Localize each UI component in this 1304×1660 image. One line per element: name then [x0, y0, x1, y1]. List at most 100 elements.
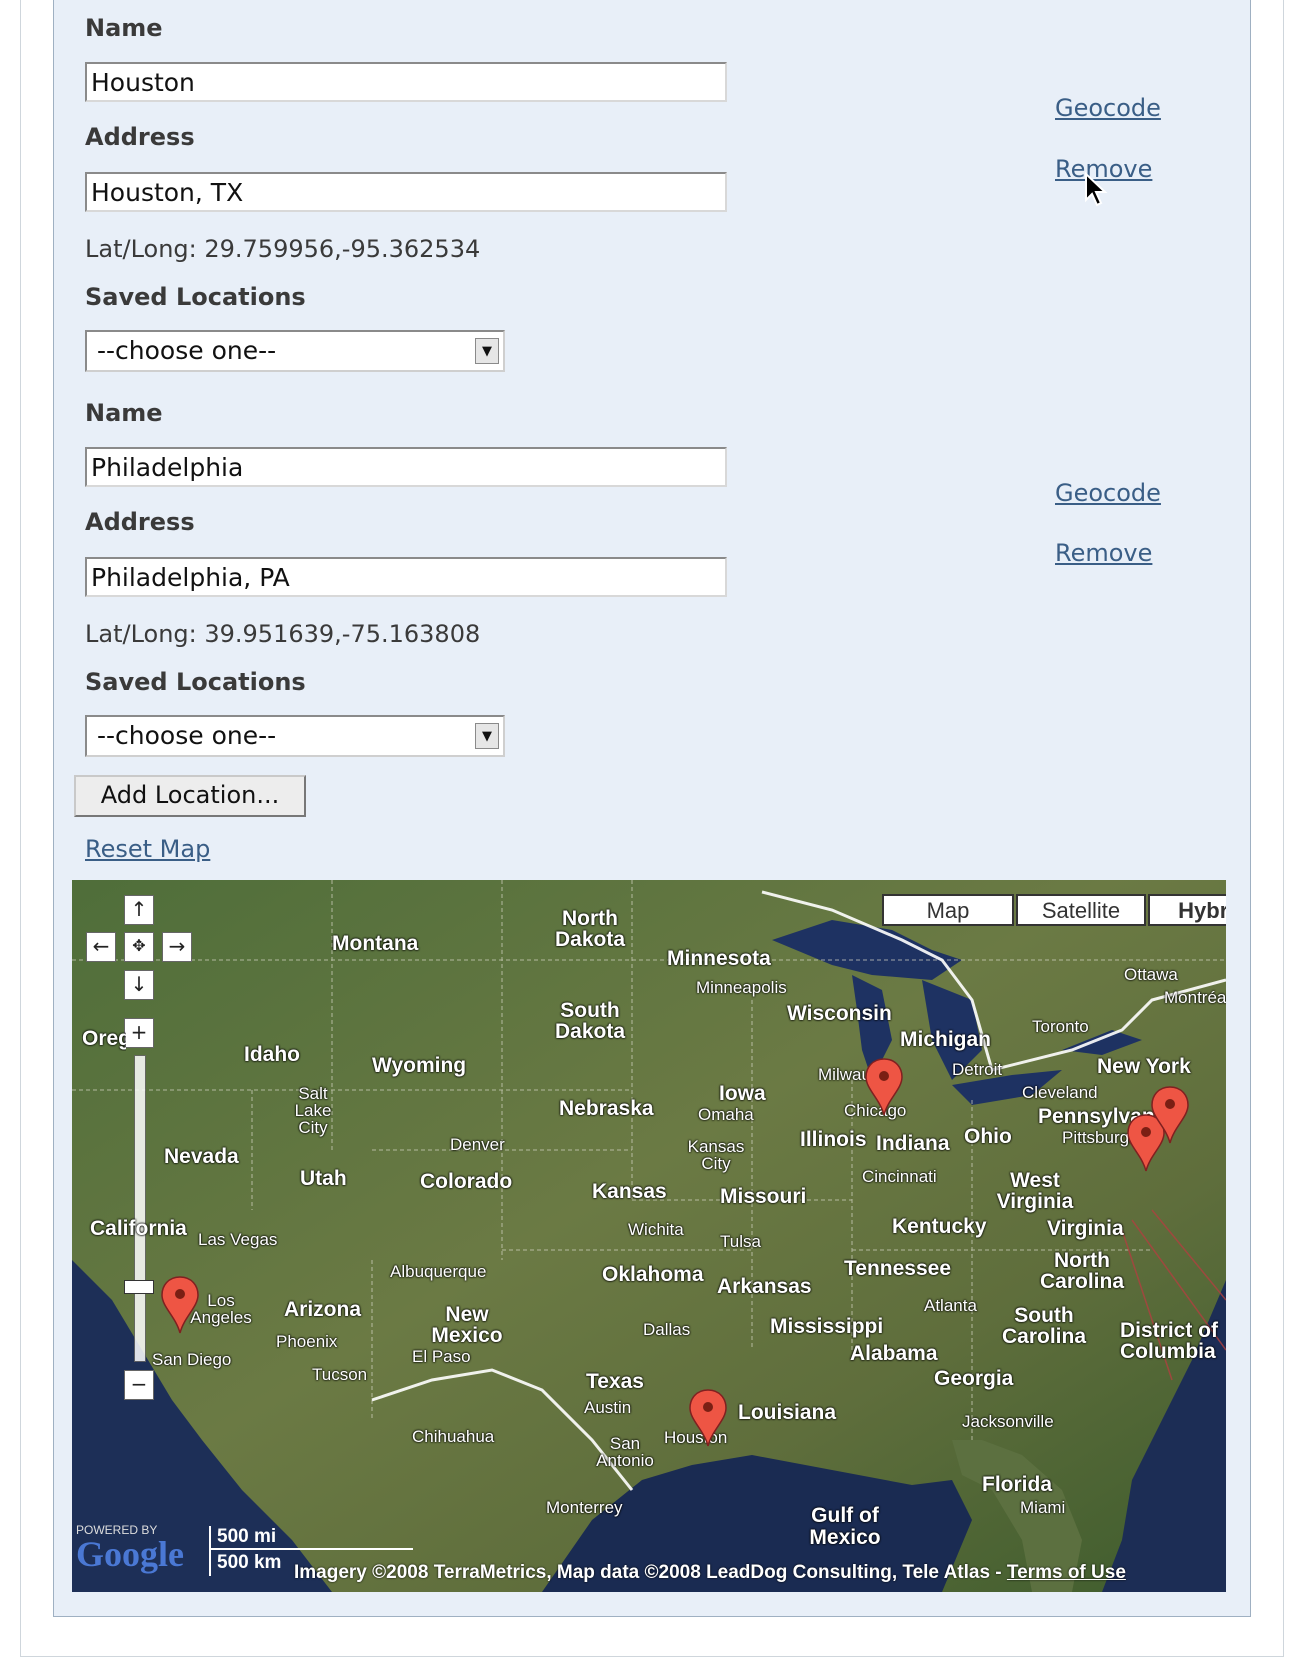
zoom-in-icon[interactable]: +: [124, 1018, 154, 1048]
map-city: Detroit: [952, 1060, 1003, 1079]
dropdown-arrow-icon: ▼: [475, 723, 499, 749]
map-label: Colorado: [420, 1170, 513, 1193]
map-city: Atlanta: [924, 1296, 977, 1315]
name-field-2[interactable]: [85, 447, 727, 487]
geocode-link-2[interactable]: Geocode: [1055, 479, 1161, 507]
remove-link-2[interactable]: Remove: [1055, 539, 1152, 567]
map-label: Michigan: [900, 1028, 992, 1051]
map-label: North Dakota: [554, 907, 626, 951]
map-label: Minnesota: [667, 947, 771, 970]
map-label: Georgia: [934, 1367, 1014, 1390]
pan-right-icon[interactable]: →: [162, 932, 192, 962]
map-label: Utah: [300, 1167, 347, 1190]
map-type-hybrid-button[interactable]: Hybrid: [1148, 894, 1226, 926]
map-city: El Paso: [412, 1347, 471, 1366]
pan-left-icon[interactable]: ←: [86, 932, 116, 962]
saved-locations-label-1: Saved Locations: [85, 283, 306, 311]
latlong-text-2: Lat/Long: 39.951639,-75.163808: [85, 620, 481, 648]
map-label: Arkansas: [717, 1275, 812, 1298]
add-location-button[interactable]: Add Location...: [74, 775, 306, 817]
map-label: Mississippi: [770, 1315, 884, 1338]
map-label: Iowa: [719, 1082, 766, 1105]
latlong-text-1: Lat/Long: 29.759956,-95.362534: [85, 235, 481, 263]
map-city: Minneapolis: [696, 978, 787, 997]
scale-mi: 500 mi: [209, 1526, 413, 1550]
map-city: Cleveland: [1022, 1083, 1098, 1102]
map-label: Gulf of Mexico: [809, 1504, 881, 1549]
geocode-link-1[interactable]: Geocode: [1055, 94, 1161, 122]
map-label: Ohio: [964, 1125, 1012, 1148]
map-label: Texas: [586, 1370, 644, 1393]
address-label-1: Address: [85, 123, 195, 151]
map-city: Denver: [450, 1135, 505, 1154]
address-field-2[interactable]: [85, 557, 727, 597]
name-field-1[interactable]: [85, 62, 727, 102]
map-city: San Diego: [152, 1350, 232, 1369]
name-label-1: Name: [85, 14, 163, 42]
map-type-buttons: Map Satellite Hybrid: [882, 894, 1226, 926]
map-label: Missouri: [720, 1185, 807, 1208]
map-label: Oklahoma: [602, 1263, 704, 1286]
map-type-map-button[interactable]: Map: [882, 894, 1014, 926]
map-label: Kansas: [592, 1180, 667, 1203]
map-label: Oregon: [82, 1027, 126, 1050]
map-label: West Virginia: [996, 1169, 1074, 1213]
map-label: Nebraska: [559, 1097, 654, 1120]
pan-up-icon[interactable]: ↑: [124, 895, 154, 925]
marker-icon[interactable]: [864, 1057, 904, 1117]
map-label: Nevada: [164, 1145, 239, 1168]
map-label: Illinois: [800, 1128, 867, 1151]
map-label: North Carolina: [1039, 1249, 1125, 1293]
map-label: Kentucky: [892, 1215, 987, 1238]
pan-down-icon[interactable]: ↓: [124, 970, 154, 1000]
map-label: South Carolina: [1001, 1304, 1087, 1348]
map-view[interactable]: Map Satellite Hybrid ↑ ← ✥ → ↓ + − Monta…: [72, 880, 1226, 1592]
marker-icon[interactable]: [160, 1275, 200, 1335]
map-label: Montana: [332, 932, 419, 955]
reset-map-link[interactable]: Reset Map: [85, 835, 210, 863]
dropdown-arrow-icon: ▼: [475, 338, 499, 364]
zoom-out-icon[interactable]: −: [124, 1370, 154, 1400]
select-value-2: --choose one--: [97, 721, 277, 750]
map-copyright: Imagery ©2008 TerraMetrics, Map data ©20…: [294, 1562, 1126, 1584]
pan-center-icon[interactable]: ✥: [124, 932, 154, 962]
map-label: Wyoming: [372, 1054, 467, 1077]
map-city: Albuquerque: [390, 1262, 487, 1281]
map-city: Salt Lake City: [294, 1084, 332, 1137]
map-label: District of Columbia: [1120, 1319, 1219, 1363]
map-type-satellite-button[interactable]: Satellite: [1016, 894, 1146, 926]
google-logo[interactable]: POWERED BY Google: [76, 1523, 184, 1575]
mouse-cursor-icon: [1085, 172, 1108, 207]
address-field-1[interactable]: [85, 172, 727, 212]
map-city: Montréal: [1164, 988, 1226, 1007]
map-label: Virginia: [1047, 1217, 1124, 1240]
map-city: Austin: [584, 1398, 632, 1417]
map-label: New York: [1097, 1055, 1191, 1078]
map-city: Miami: [1020, 1498, 1066, 1517]
address-label-2: Address: [85, 508, 195, 536]
saved-locations-select-1[interactable]: --choose one-- ▼: [85, 330, 505, 372]
map-city: Chihuahua: [412, 1427, 495, 1446]
zoom-slider-track[interactable]: [134, 1055, 146, 1362]
map-label: Idaho: [244, 1043, 300, 1066]
terms-of-use-link[interactable]: Terms of Use: [1007, 1562, 1126, 1583]
map-city: Omaha: [698, 1105, 754, 1124]
map-city: San Antonio: [596, 1434, 654, 1470]
marker-icon[interactable]: [688, 1388, 728, 1448]
map-city: Cincinnati: [862, 1167, 937, 1186]
saved-locations-select-2[interactable]: --choose one-- ▼: [85, 715, 505, 757]
name-label-2: Name: [85, 399, 163, 427]
marker-icon[interactable]: [1150, 1085, 1190, 1145]
map-city: Tucson: [312, 1365, 368, 1384]
map-city: Kansas City: [687, 1137, 745, 1173]
map-label: New Mexico: [431, 1303, 503, 1347]
map-city: Toronto: [1032, 1017, 1089, 1036]
zoom-slider-handle[interactable]: [124, 1280, 154, 1294]
map-city: Phoenix: [276, 1332, 338, 1351]
map-label: South Dakota: [554, 999, 626, 1043]
map-label: Florida: [982, 1473, 1053, 1496]
map-city: Ottawa: [1124, 965, 1178, 984]
map-city: Wichita: [628, 1220, 684, 1239]
map-label: Arizona: [284, 1298, 362, 1321]
google-wordmark: Google: [76, 1534, 184, 1574]
